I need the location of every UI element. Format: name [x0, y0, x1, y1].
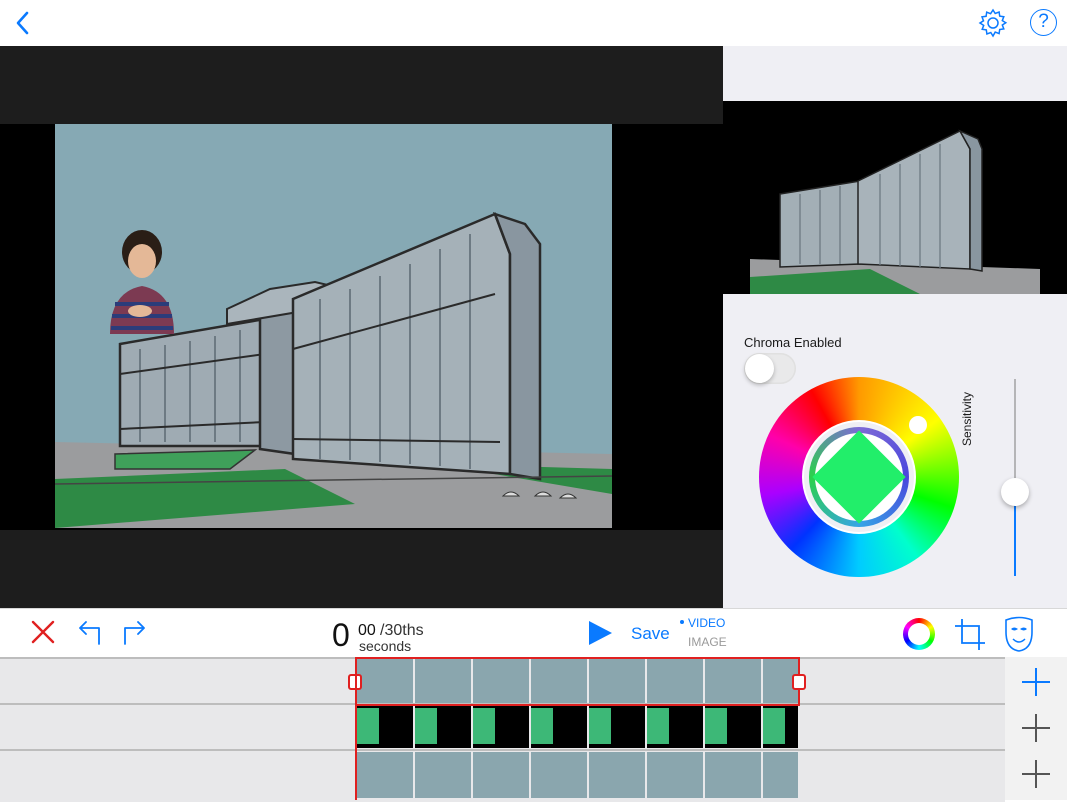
delete-button[interactable] — [30, 619, 56, 645]
plus-icon — [1022, 714, 1050, 742]
mode-image[interactable]: IMAGE — [688, 635, 727, 649]
time-seconds-unit: seconds — [359, 638, 412, 654]
close-icon — [31, 620, 55, 644]
chroma-color-wheel[interactable] — [759, 377, 959, 577]
clip-frame — [415, 752, 471, 798]
redo-icon — [124, 621, 145, 645]
playhead[interactable] — [355, 658, 357, 800]
clip-frame — [531, 752, 587, 798]
undo-icon — [79, 621, 100, 645]
plus-icon — [1022, 760, 1050, 788]
mode-selector[interactable]: VIDEO IMAGE — [680, 616, 740, 654]
top-bar: ? — [0, 0, 1067, 46]
clip-frame — [763, 706, 798, 748]
sensitivity-label: Sensitivity — [960, 391, 974, 446]
clip-frame — [589, 706, 645, 748]
clip-selection-border — [355, 657, 800, 706]
sensitivity-slider[interactable] — [1001, 379, 1029, 576]
mask-icon — [1005, 616, 1033, 652]
add-track-button-1[interactable] — [1020, 666, 1052, 698]
chevron-left-icon — [16, 11, 29, 35]
wheel-picker-handle[interactable] — [909, 416, 927, 434]
clip-frame — [705, 706, 761, 748]
play-button[interactable] — [587, 620, 613, 646]
clip-frame — [357, 752, 413, 798]
mode-video[interactable]: VIDEO — [688, 616, 725, 630]
chroma-panel: Chroma Enabled Sensitivity — [723, 46, 1067, 608]
slider-track-max — [1014, 379, 1016, 491]
crop-button[interactable] — [954, 617, 986, 651]
preview-top-band — [0, 46, 723, 124]
composite-image — [55, 124, 612, 528]
video-preview[interactable] — [0, 46, 723, 608]
selected-mode-dot — [680, 620, 684, 624]
color-wheel-icon — [903, 618, 935, 650]
settings-button[interactable] — [978, 8, 1008, 38]
background-image — [750, 119, 1040, 294]
slider-thumb[interactable] — [1001, 478, 1029, 506]
play-icon — [589, 621, 612, 645]
plus-icon — [1022, 668, 1050, 696]
clip-frame — [415, 706, 471, 748]
clip-frame — [647, 706, 703, 748]
color-button[interactable] — [903, 618, 935, 650]
redo-button[interactable] — [121, 619, 147, 645]
add-track-button-2[interactable] — [1020, 712, 1052, 744]
back-button[interactable] — [12, 10, 36, 36]
timeline-clip-background-2[interactable] — [357, 752, 798, 798]
clip-frame — [473, 706, 529, 748]
save-button[interactable]: Save — [631, 624, 670, 644]
gear-icon — [978, 8, 1008, 38]
chroma-enabled-toggle[interactable] — [744, 353, 796, 384]
clip-frame — [705, 752, 761, 798]
trim-handle-right[interactable] — [792, 674, 806, 690]
help-button[interactable]: ? — [1030, 9, 1057, 36]
clip-frame — [473, 752, 529, 798]
edit-toolbar: 0 00 /30ths seconds Save VIDEO IMAGE — [0, 608, 1067, 659]
add-track-button-3[interactable] — [1020, 758, 1052, 790]
toggle-knob — [745, 354, 774, 383]
undo-button[interactable] — [77, 619, 103, 645]
clip-frame — [357, 706, 413, 748]
mask-button[interactable] — [1004, 616, 1034, 652]
preview-bottom-band — [0, 530, 723, 608]
chroma-enabled-label: Chroma Enabled — [744, 335, 842, 350]
clip-frame — [763, 752, 798, 798]
clip-frame — [589, 752, 645, 798]
time-seconds: 0 — [332, 617, 350, 653]
help-label: ? — [1038, 11, 1049, 32]
clip-frame — [531, 706, 587, 748]
clip-frame — [647, 752, 703, 798]
crop-icon — [955, 619, 985, 650]
background-thumbnail[interactable] — [723, 101, 1067, 294]
timeline-clip-video[interactable] — [357, 706, 798, 748]
